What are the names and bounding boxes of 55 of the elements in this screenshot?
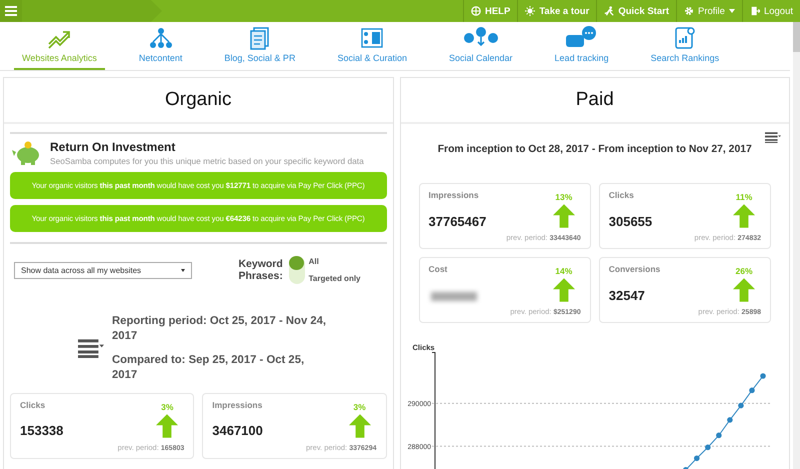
nav-tab[interactable]: Lead tracking <box>546 22 617 70</box>
nav-tab[interactable]: Social & Curation <box>329 22 415 70</box>
document-icon <box>248 26 272 50</box>
metric-label: Cost <box>428 264 448 276</box>
roi-subtitle: SeoSamba computes for you this unique metric based on your specific keyword data <box>50 156 364 166</box>
sun-icon <box>525 6 536 16</box>
nav-tab[interactable]: Blog, Social & PR <box>216 22 304 70</box>
metric-label: Impressions <box>212 400 264 412</box>
network-icon <box>148 26 173 50</box>
date-range: From inception to Oct 28, 2017 - From inception to Nov 27, 2017 <box>436 144 753 156</box>
change-percent: 26% <box>735 266 752 276</box>
nav-tab[interactable]: Search Rankings <box>642 22 728 70</box>
door-icon <box>750 6 760 16</box>
reporting-period: Reporting period: Oct 25, 2017 - Nov 24, 2017 <box>112 314 327 344</box>
metric-value: 3467100 <box>212 423 264 438</box>
nav-tab[interactable]: Netcontent <box>130 22 190 70</box>
toggle-option[interactable]: All <box>308 257 360 266</box>
metric-value: 153338 <box>20 423 64 438</box>
keyword-phrases-label: Keyword Phrases: <box>237 258 284 282</box>
menu-icon[interactable] <box>765 132 781 144</box>
metric-label: Impressions <box>428 190 480 202</box>
change-percent: 3% <box>161 402 174 412</box>
up-arrow-icon <box>733 204 755 228</box>
metric-value: 32547 <box>608 288 646 303</box>
panel-title: Organic <box>4 78 392 124</box>
roi-title: Return On Investment <box>50 140 176 154</box>
panel-title: Paid <box>400 78 789 124</box>
toggle-option[interactable]: Targeted only <box>308 274 360 283</box>
globe-icon <box>470 6 481 16</box>
metric-value: 305655 <box>608 214 654 229</box>
change-percent: 3% <box>353 402 366 412</box>
up-arrow-icon <box>552 204 575 228</box>
metric-label: Conversions <box>608 264 662 276</box>
up-arrow-icon <box>348 414 370 438</box>
menu-icon[interactable] <box>78 339 104 358</box>
rank-icon <box>672 26 697 50</box>
chat-icon <box>564 26 599 50</box>
up-arrow-icon <box>156 414 178 438</box>
metric-label: Clicks <box>20 400 46 412</box>
metric-value: 37765467 <box>428 214 488 229</box>
settings-icon <box>684 6 694 16</box>
nav-tab[interactable]: Social Calendar <box>441 22 521 70</box>
metric-label: Clicks <box>608 190 635 202</box>
change-percent: 11% <box>736 192 752 202</box>
compared-period: Compared to: Sep 25, 2017 - Oct 25, 2017 <box>112 352 306 383</box>
scrollbar[interactable] <box>793 22 800 469</box>
piggy-bank-icon <box>12 141 42 165</box>
keyword-toggle[interactable] <box>288 256 305 284</box>
up-arrow-icon <box>552 278 575 302</box>
nav-tab[interactable]: Websites Analytics <box>14 22 105 70</box>
change-percent: 13% <box>555 192 572 202</box>
change-percent: 14% <box>555 266 572 276</box>
runner-icon <box>604 6 614 16</box>
up-arrow-icon <box>733 278 755 302</box>
website-select[interactable]: Show data across all my websites <box>14 262 192 278</box>
